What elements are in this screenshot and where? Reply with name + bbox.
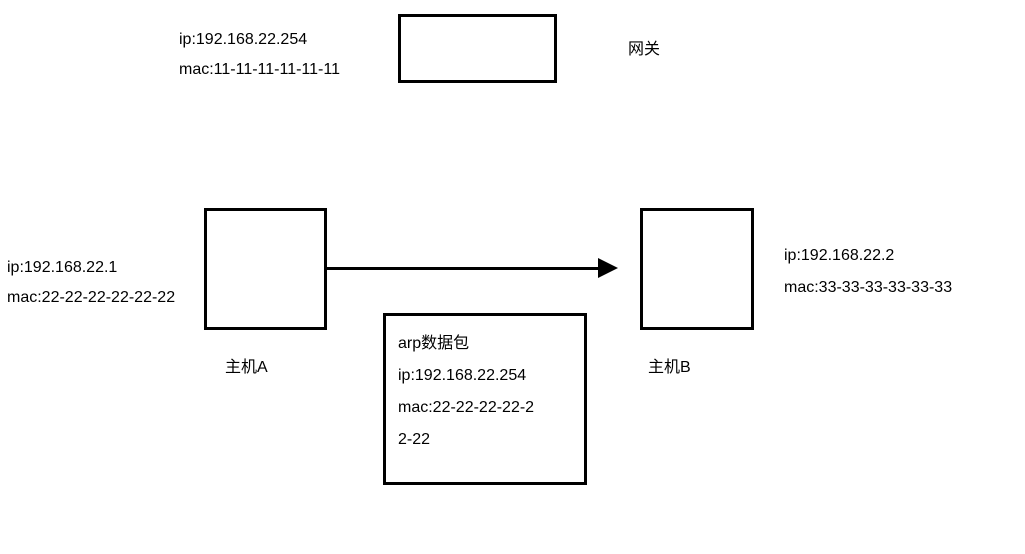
- gateway-ip-text: ip:192.168.22.254: [179, 28, 307, 52]
- hosta-box: [204, 208, 327, 330]
- hosta-label: 主机A: [225, 356, 268, 380]
- arp-packet-line1: arp数据包: [398, 332, 469, 356]
- hostb-mac-text: mac:33-33-33-33-33-33: [784, 276, 952, 300]
- arrow-head-icon: [598, 258, 618, 278]
- hosta-mac-text: mac:22-22-22-22-22-22: [7, 286, 175, 310]
- gateway-box: [398, 14, 557, 83]
- arrow-line: [327, 267, 602, 270]
- hostb-ip-text: ip:192.168.22.2: [784, 244, 894, 268]
- arp-packet-line2: ip:192.168.22.254: [398, 364, 526, 388]
- gateway-mac-text: mac:11-11-11-11-11-11: [179, 58, 340, 82]
- hosta-ip-text: ip:192.168.22.1: [7, 256, 117, 280]
- hostb-box: [640, 208, 754, 330]
- gateway-label: 网关: [628, 38, 660, 62]
- arp-packet-line3: mac:22-22-22-22-2: [398, 396, 534, 420]
- arp-packet-line4: 2-22: [398, 428, 430, 452]
- hostb-label: 主机B: [648, 356, 691, 380]
